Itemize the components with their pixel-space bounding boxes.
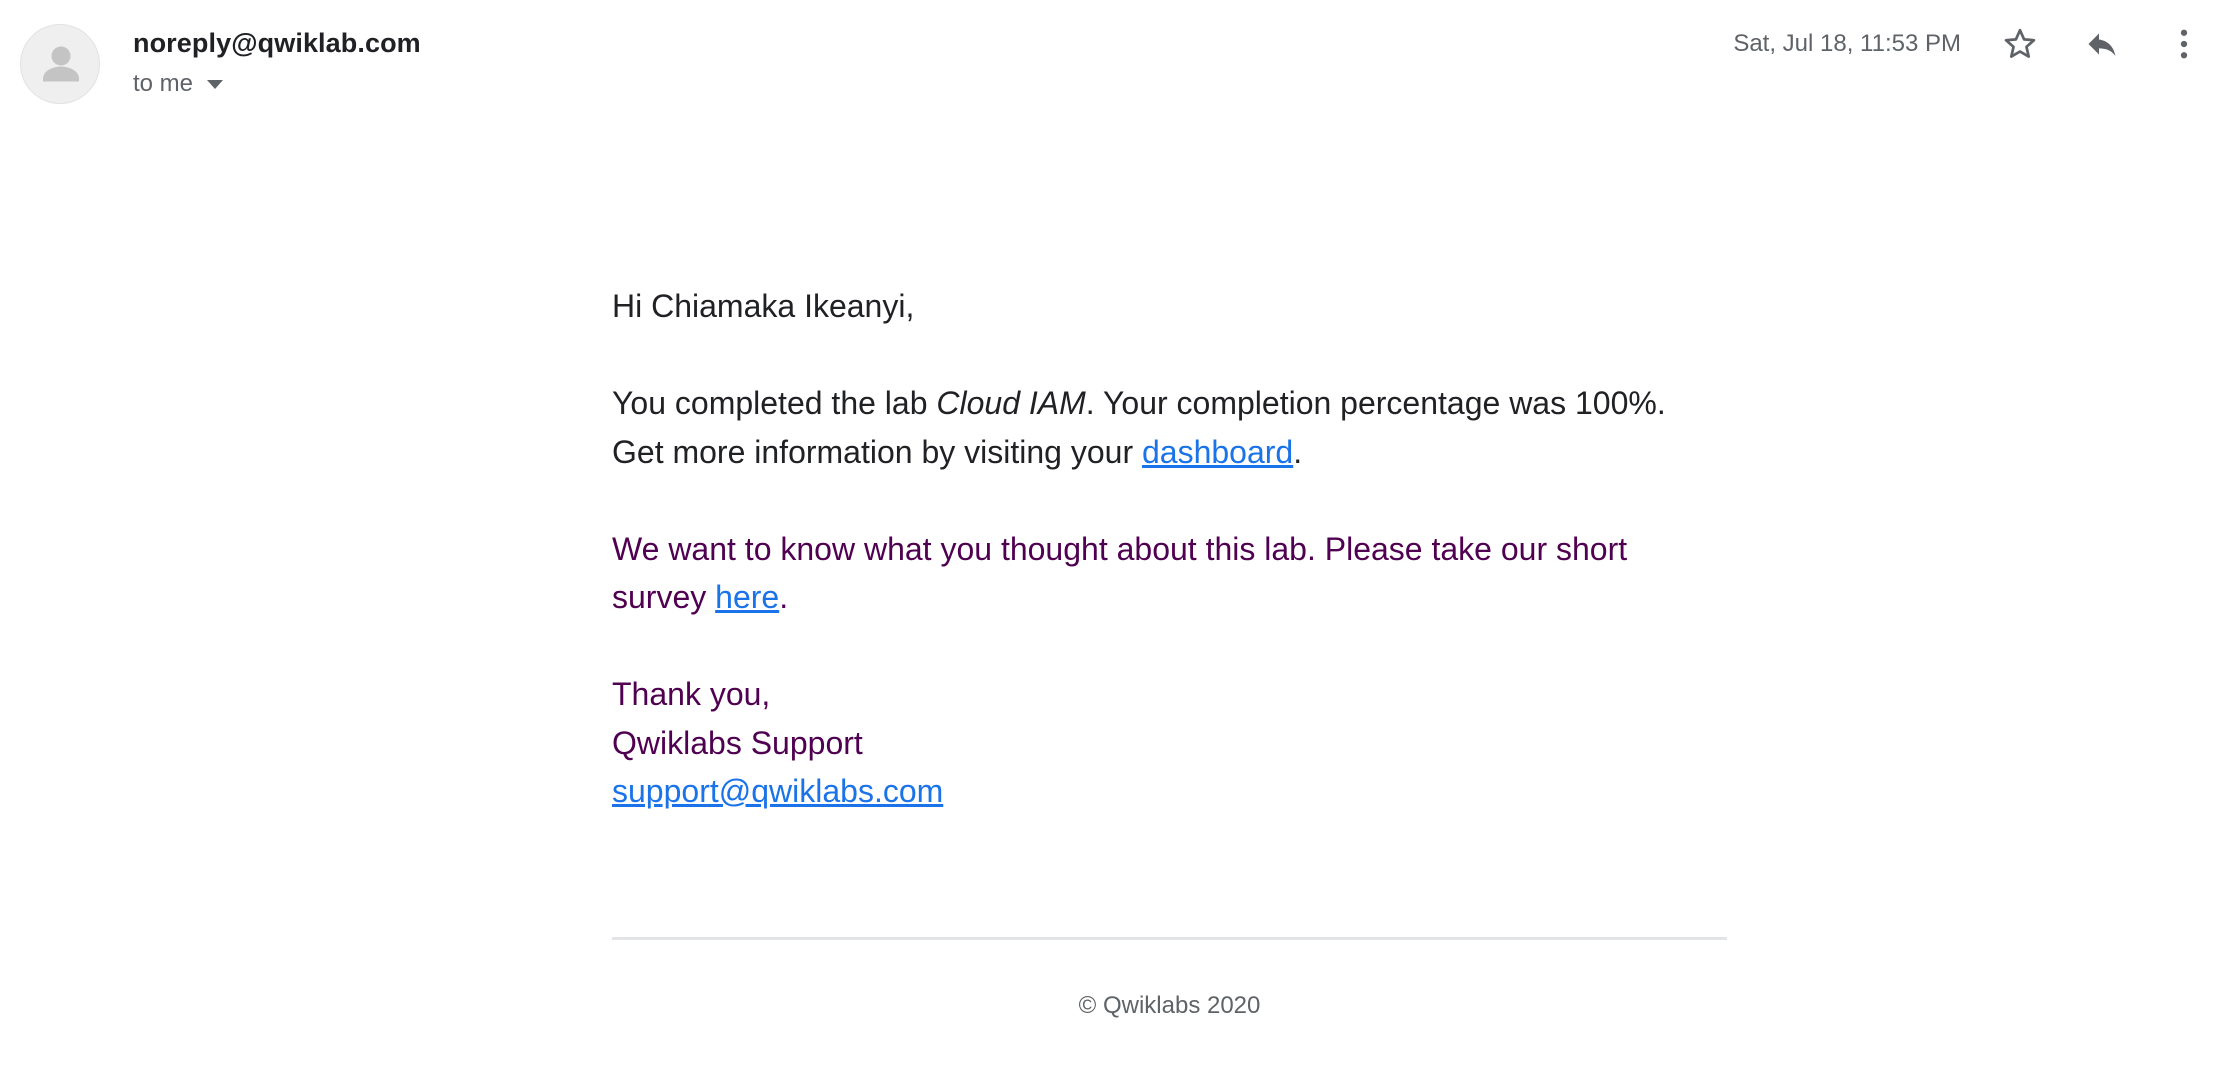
dashboard-link[interactable]: dashboard bbox=[1142, 434, 1293, 470]
footer-divider bbox=[612, 937, 1727, 940]
lab-name: Cloud IAM bbox=[936, 385, 1086, 421]
recipient-label: to me bbox=[133, 70, 194, 97]
sender-avatar[interactable] bbox=[20, 24, 100, 104]
more-vert-icon bbox=[2180, 29, 2188, 59]
reply-icon bbox=[2088, 33, 2116, 56]
completion-paragraph: You completed the lab Cloud IAM. Your co… bbox=[612, 379, 1727, 476]
reply-button[interactable] bbox=[2080, 22, 2124, 66]
info-prefix: Get more information by visiting your bbox=[612, 433, 1142, 470]
star-outline-icon bbox=[2004, 28, 2036, 58]
info-suffix: . bbox=[1293, 433, 1303, 470]
survey-paragraph: We want to know what you thought about t… bbox=[612, 525, 1727, 622]
person-icon bbox=[43, 46, 79, 82]
email-timestamp: Sat, Jul 18, 11:53 PM bbox=[1733, 30, 1961, 57]
survey-link[interactable]: here bbox=[715, 579, 779, 615]
more-options-button[interactable] bbox=[2162, 22, 2206, 66]
star-button[interactable] bbox=[1998, 22, 2042, 66]
signature: Qwiklabs Support bbox=[612, 724, 863, 761]
support-email-link[interactable]: support@qwiklabs.com bbox=[612, 773, 943, 809]
completion-suffix: . Your completion percentage was 100%. bbox=[1085, 385, 1666, 421]
caret-down-icon bbox=[207, 80, 224, 89]
completion-prefix: You completed the lab bbox=[612, 385, 937, 421]
sender-address[interactable]: noreply@qwiklab.com bbox=[133, 28, 421, 59]
email-view: noreply@qwiklab.com to me Sat, Jul 18, 1… bbox=[0, 0, 2214, 1070]
email-body: Hi Chiamaka Ikeanyi, You completed the l… bbox=[612, 282, 1727, 816]
recipient-dropdown[interactable]: to me bbox=[133, 70, 224, 98]
survey-suffix: . bbox=[779, 579, 789, 615]
footer-copyright: © Qwiklabs 2020 bbox=[1078, 992, 1261, 1019]
greeting: Hi Chiamaka Ikeanyi, bbox=[612, 288, 915, 324]
signoff: Thank you, bbox=[612, 676, 771, 712]
